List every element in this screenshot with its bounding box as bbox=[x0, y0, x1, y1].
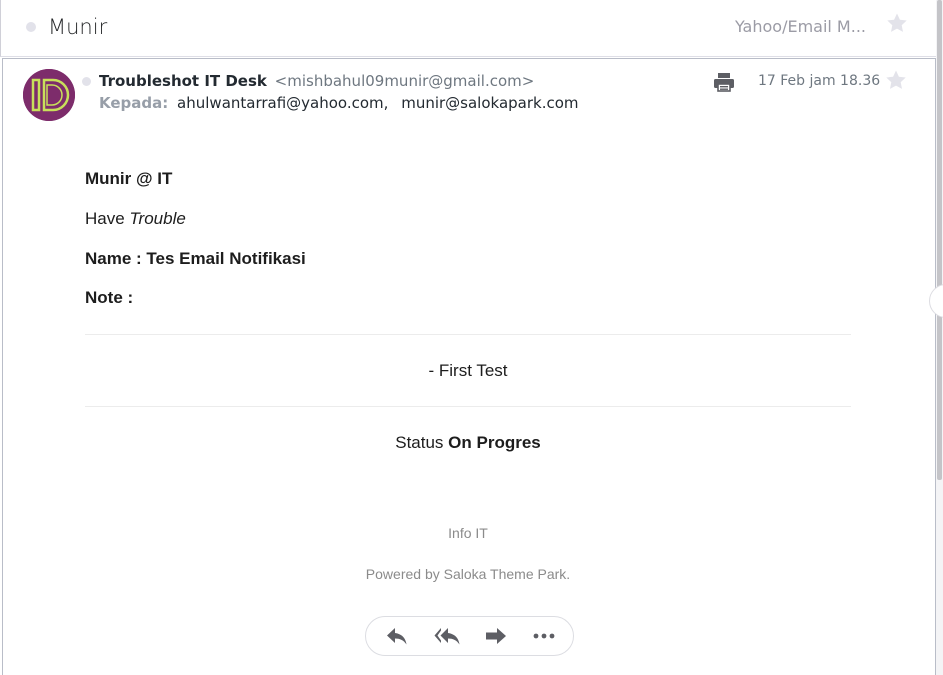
folder-label[interactable]: Yahoo/Email M... bbox=[735, 17, 866, 36]
unread-dot-icon bbox=[82, 77, 91, 86]
footer-powered: Powered by Saloka Theme Park. bbox=[365, 566, 571, 582]
greeting: Munir @ IT bbox=[85, 169, 173, 188]
status-prefix: Status bbox=[395, 433, 449, 452]
scrollbar[interactable] bbox=[936, 0, 943, 675]
recipients-line: Kepada: ahulwantarrafi@yahoo.com, munir@… bbox=[99, 94, 579, 112]
sender-line: Troubleshot IT Desk <mishbahul09munir@gm… bbox=[99, 72, 534, 90]
message-date: 17 Feb jam 18.36 bbox=[758, 73, 881, 89]
divider bbox=[85, 406, 851, 407]
star-icon[interactable] bbox=[885, 11, 909, 35]
status-value: On Progres bbox=[448, 433, 541, 452]
id-logo-icon bbox=[23, 69, 75, 121]
subject-bar: Munir Yahoo/Email M... bbox=[0, 0, 936, 57]
thread-subject: Munir bbox=[48, 15, 108, 39]
print-icon[interactable] bbox=[713, 71, 735, 93]
recipient[interactable]: ahulwantarrafi@yahoo.com, bbox=[177, 94, 388, 112]
have-prefix: Have bbox=[85, 209, 130, 228]
reply-all-icon[interactable] bbox=[434, 625, 462, 647]
note-text: - First Test bbox=[428, 361, 508, 380]
name-line: Name : Tes Email Notifikasi bbox=[85, 249, 306, 268]
reply-icon[interactable] bbox=[385, 625, 409, 647]
divider bbox=[85, 334, 851, 335]
sender-name[interactable]: Troubleshot IT Desk bbox=[99, 72, 267, 90]
message-card: Troubleshot IT Desk <mishbahul09munir@gm… bbox=[2, 58, 936, 675]
recipient[interactable]: munir@salokapark.com bbox=[401, 94, 578, 112]
to-label: Kepada: bbox=[99, 94, 169, 112]
star-icon[interactable] bbox=[884, 68, 908, 92]
more-icon[interactable] bbox=[532, 625, 556, 647]
unread-dot-icon bbox=[26, 22, 36, 32]
have-word: Trouble bbox=[129, 209, 186, 228]
footer-info: Info IT bbox=[448, 525, 488, 541]
sender-avatar[interactable] bbox=[23, 69, 75, 121]
status-line: Status On Progres bbox=[85, 433, 851, 453]
sender-email[interactable]: <mishbahul09munir@gmail.com> bbox=[275, 72, 535, 90]
note-line: Note : bbox=[85, 288, 134, 307]
trouble-line: Have Trouble bbox=[85, 209, 186, 229]
forward-icon[interactable] bbox=[484, 625, 508, 647]
scrollbar-thumb[interactable] bbox=[937, 0, 942, 480]
message-actions bbox=[365, 616, 574, 656]
